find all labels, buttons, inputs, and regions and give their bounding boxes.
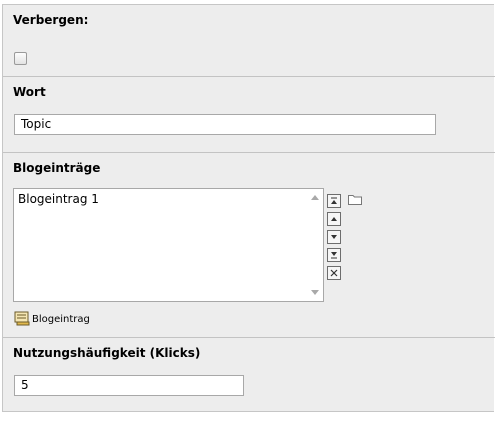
usage-label: Nutzungshäufigkeit (Klicks) (13, 346, 201, 360)
new-record-icon[interactable] (14, 311, 30, 326)
blog-entries-label: Blogeinträge (13, 161, 101, 175)
move-to-top-icon (331, 197, 337, 204)
move-down-icon (331, 235, 337, 239)
move-up-icon (331, 217, 337, 221)
separator (3, 152, 495, 153)
folder-icon[interactable] (348, 194, 362, 205)
new-record-link[interactable]: Blogeintrag (32, 314, 90, 325)
close-icon (330, 269, 338, 277)
form-panel: Verbergen: Wort Topic Blogeinträge Bloge… (2, 4, 495, 412)
hide-checkbox[interactable] (14, 52, 27, 65)
scroll-down-icon[interactable] (311, 290, 319, 295)
usage-input[interactable]: 5 (14, 375, 244, 396)
scroll-up-icon[interactable] (311, 195, 319, 200)
move-to-bottom-button[interactable] (327, 248, 341, 262)
list-scrollbar[interactable] (307, 189, 323, 301)
word-label: Wort (13, 85, 46, 99)
move-up-button[interactable] (327, 212, 341, 226)
list-item[interactable]: Blogeintrag 1 (18, 192, 99, 206)
move-down-button[interactable] (327, 230, 341, 244)
separator (3, 76, 495, 77)
move-to-top-button[interactable] (327, 194, 341, 208)
word-input[interactable]: Topic (14, 114, 436, 135)
remove-button[interactable] (327, 266, 341, 280)
blog-entries-list[interactable]: Blogeintrag 1 (13, 188, 324, 302)
separator (3, 337, 495, 338)
move-to-bottom-icon (331, 252, 337, 259)
hide-label: Verbergen: (13, 13, 89, 27)
